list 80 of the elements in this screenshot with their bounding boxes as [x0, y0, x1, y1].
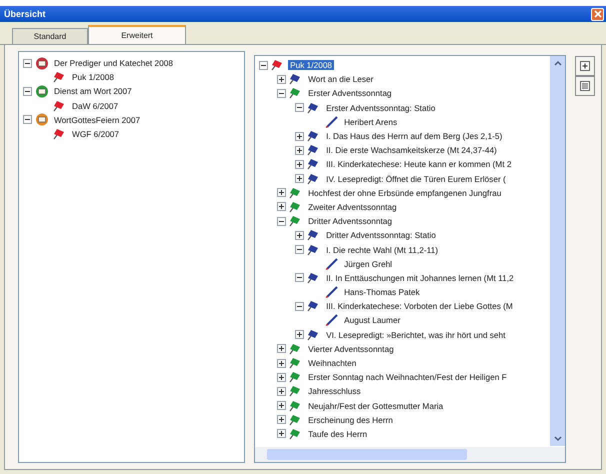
expand-icon[interactable] [295, 132, 304, 141]
pen-icon [325, 286, 340, 298]
collapse-icon[interactable] [259, 60, 268, 70]
tree-item[interactable]: Vierter Adventssonntag [306, 344, 396, 354]
expand-icon[interactable] [295, 330, 304, 340]
tree-item[interactable]: II. Die erste Wachsamkeitskerze (Mt 24,37-44) [324, 145, 499, 156]
expand-icon[interactable] [277, 401, 286, 410]
tree-item[interactable]: Hochfest der ohne Erbsünde empfangenen Jungfrau [306, 188, 504, 198]
collapse-icon[interactable] [23, 58, 32, 68]
tree-item[interactable]: Puk 1/2008 [70, 72, 116, 82]
tree-item[interactable]: Neujahr/Fest der Gottesmutter Maria [306, 400, 446, 411]
collapse-icon[interactable] [277, 216, 286, 226]
expand-icon [579, 60, 591, 72]
expand-icon[interactable] [277, 188, 286, 198]
expand-icon[interactable] [295, 160, 304, 169]
tree-item[interactable]: Heribert Arens [342, 116, 400, 127]
tree-item[interactable]: Zweiter Adventssonntag [306, 202, 399, 212]
collapse-icon[interactable] [23, 86, 32, 96]
tree-item[interactable]: III. Kinderkatechese: Heute kann er kommen (Mt 2 [324, 159, 514, 170]
tree-item[interactable]: VI. Lesepredigt: »Berichtet, was ihr hört und seht [324, 330, 508, 340]
pen-icon [325, 258, 340, 270]
tree-item[interactable]: Wort an die Leser [306, 74, 376, 84]
pin-icon [53, 100, 67, 112]
collapse-icon[interactable] [295, 245, 304, 254]
expand-icon[interactable] [277, 344, 286, 354]
tree-item[interactable]: Erster Sonntag nach Weihnachten/Fest der Heiligen F [306, 372, 509, 382]
tree-item[interactable]: Erster Adventssonntag [306, 88, 394, 98]
tree-item[interactable]: Hans-Thomas Patek [342, 287, 422, 298]
tab[interactable]: Standard [12, 28, 88, 44]
expand-icon[interactable] [277, 74, 286, 84]
expand-icon[interactable] [277, 202, 286, 212]
tree-item[interactable]: Taufe des Herrn [306, 428, 370, 439]
tree-item[interactable]: Der Prediger und Katechet 2008 [52, 58, 176, 68]
tree-item[interactable]: Weihnachten [306, 358, 358, 368]
toolbar-button[interactable] [575, 76, 595, 96]
tree-item[interactable]: I. Die rechte Wahl (Mt 11,2-11) [324, 244, 440, 255]
expand-icon[interactable] [277, 429, 286, 438]
tree-item[interactable]: Erscheinung des Herrn [306, 414, 395, 425]
expand-icon[interactable] [295, 174, 304, 184]
tree-item[interactable]: WortGottesFeiern 2007 [52, 114, 142, 125]
tree-item[interactable]: WGF 6/2007 [70, 129, 122, 140]
tree-item[interactable]: August Laumer [342, 315, 402, 326]
expand-icon[interactable] [295, 146, 304, 155]
tree-item[interactable]: Jahresschluss [306, 386, 363, 396]
horizontal-scrollbar[interactable] [255, 447, 565, 462]
close-icon [594, 10, 602, 18]
expand-icon[interactable] [295, 230, 304, 240]
pin-icon [53, 128, 67, 140]
tree-item[interactable]: III. Kinderkatechese: Vorboten der Liebe Gottes (M [324, 301, 515, 312]
tree-item[interactable]: I. Das Haus des Herrn auf dem Berg (Jes 2,1-5) [324, 131, 504, 142]
expand-icon[interactable] [277, 372, 286, 382]
toolbar-button[interactable] [575, 56, 595, 76]
pen-icon [325, 314, 340, 326]
tree-item[interactable]: Jürgen Grehl [342, 258, 394, 269]
pen-icon [325, 116, 340, 128]
pin-icon [53, 71, 67, 84]
collapse-icon[interactable] [295, 103, 304, 112]
collapse-icon[interactable] [295, 302, 304, 311]
list-icon [579, 80, 591, 92]
scroll-thumb[interactable] [267, 449, 468, 460]
collapse-icon[interactable] [295, 273, 304, 282]
tree-item[interactable]: Dienst am Wort 2007 [52, 86, 134, 96]
collapse-icon[interactable] [277, 88, 286, 98]
tree-item[interactable]: II. In Enttäuschungen mit Johannes lernen (Mt 11,2 [324, 272, 516, 283]
scroll-up-icon[interactable] [554, 60, 562, 66]
expand-icon[interactable] [277, 358, 286, 368]
vertical-scrollbar[interactable] [550, 56, 565, 446]
scroll-down-icon[interactable] [554, 436, 562, 442]
tree-item[interactable]: Dritter Adventssonntag: Statio [324, 230, 438, 240]
tree-item[interactable]: DaW 6/2007 [70, 100, 120, 111]
close-button[interactable] [591, 8, 604, 20]
tree-item[interactable]: Dritter Adventssonntag [306, 216, 394, 226]
window-title: Übersicht [4, 9, 46, 19]
tree-item[interactable]: Puk 1/2008 [288, 60, 334, 70]
expand-icon[interactable] [277, 386, 286, 396]
collapse-icon[interactable] [23, 115, 32, 124]
tree-item[interactable]: IV. Lesepredigt: Öffnet die Türen Eurem Erlöser ( [324, 174, 508, 184]
tab[interactable]: Erweitert [88, 25, 186, 44]
tree-item[interactable]: Erster Adventssonntag: Statio [324, 102, 438, 113]
expand-icon[interactable] [277, 415, 286, 424]
